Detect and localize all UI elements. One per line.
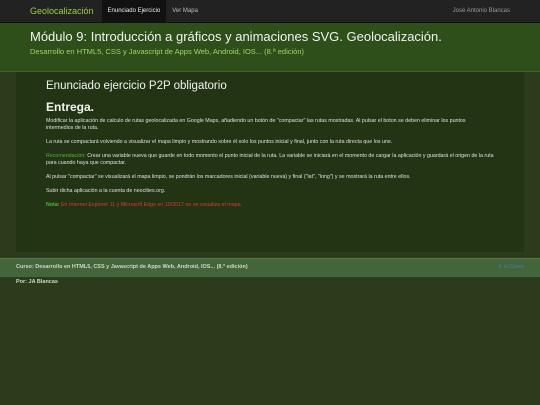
page-header: Módulo 9: Introducción a gráficos y anim… — [0, 23, 540, 72]
paragraph-upload: Subir dicha aplicación a la cuenta de ne… — [46, 188, 166, 194]
note-label: Nota: — [46, 202, 60, 208]
footer-course: Curso: Desarrollo en HTML5, CSS y Javasc… — [16, 264, 248, 270]
exercise-heading: Enunciado ejercicio P2P obligatorio — [46, 80, 227, 92]
nav-item-enunciado[interactable]: Enunciado Ejercicio — [101, 0, 167, 22]
note-text: En Internet Explorer 11 y Microsoft Edge… — [59, 202, 242, 208]
footer-author: Por: JA Blancas — [16, 279, 58, 285]
recommendation-text: Crear una variable nueva que guarde en t… — [46, 153, 494, 166]
paragraph-compact-action: Al pulsar "compactar" se visualizará el … — [46, 174, 411, 180]
nav-item-ver-mapa[interactable]: Ver Mapa — [166, 0, 204, 22]
top-navbar: Geolocalización Enunciado Ejercicio Ver … — [0, 0, 540, 23]
section-title: Entrega. — [46, 100, 95, 114]
user-name: José Antonio Blancas — [452, 8, 510, 14]
page-subtitle: Desarrollo en HTML5, CSS y Javascript de… — [30, 47, 305, 56]
paragraph-task: Modificar la aplicación de calculo de ru… — [46, 118, 466, 131]
page-title: Módulo 9: Introducción a gráficos y anim… — [30, 29, 442, 44]
paragraph-recommendation: Recomendación: Crear una variable nueva … — [46, 153, 494, 167]
brand-link[interactable]: Geolocalización — [0, 0, 102, 22]
footer-bar: Curso: Desarrollo en HTML5, CSS y Javasc… — [0, 258, 540, 277]
main-content: Enunciado ejercicio P2P obligatorio Entr… — [16, 72, 524, 252]
paragraph-compact: La ruta se compactará volviendo a visual… — [46, 139, 393, 145]
paragraph-note: Nota: En Internet Explorer 11 y Microsof… — [46, 202, 494, 209]
back-to-course-link[interactable]: Ir al Curso — [499, 264, 524, 270]
recommendation-label: Recomendación: — [46, 153, 86, 159]
